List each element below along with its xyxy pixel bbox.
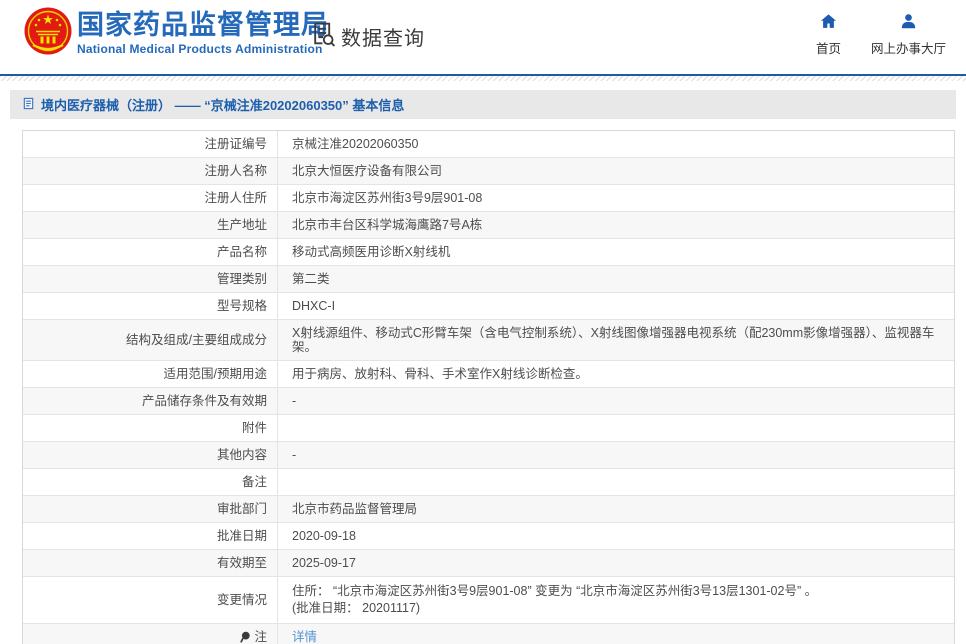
row-value: 北京大恒医疗设备有限公司 xyxy=(292,164,443,178)
row-label-text: 生产地址 xyxy=(216,218,267,232)
row-value: 用于病房、放射科、骨科、手术室作X射线诊断检查。 xyxy=(292,367,588,381)
info-table: 注册证编号 京械注准20202060350 注册人名称 北京大恒医疗设备有限公司 注册人… xyxy=(22,130,955,644)
row-value-line: 住所： “北京市海淀区苏州街3号9层901-08” 变更为 “北京市海淀区苏州街… xyxy=(292,584,818,598)
org-name-en: National Medical Products Administration xyxy=(77,42,323,56)
row-label: 变更情况 xyxy=(23,577,278,623)
national-emblem-logo xyxy=(24,7,72,55)
main-content: 境内医疗器械（注册） —— “京械注准20202060350” 基本信息 注册证… xyxy=(0,90,966,644)
table-row: 备注 xyxy=(23,469,954,496)
row-label: 型号规格 xyxy=(23,293,278,319)
row-value xyxy=(278,469,954,495)
row-label: 注册人名称 xyxy=(23,158,278,184)
row-value: 北京市药品监督管理局 xyxy=(292,502,418,516)
row-label: 管理类别 xyxy=(23,266,278,292)
row-value: 北京市海淀区苏州街3号9层901-08 xyxy=(292,191,483,205)
nav-service-hall-label: 网上办事大厅 xyxy=(870,42,946,56)
page-title: 境内医疗器械（注册） —— “京械注准20202060350” 基本信息 xyxy=(41,98,405,113)
row-value: 北京市丰台区科学城海鹰路7号A栋 xyxy=(292,218,483,232)
row-label-text: 适用范围/预期用途 xyxy=(163,367,267,381)
data-query-icon xyxy=(310,20,337,53)
row-label: 审批部门 xyxy=(23,496,278,522)
table-row: 生产地址 北京市丰台区科学城海鹰路7号A栋 xyxy=(23,212,954,239)
row-label-text: 注 xyxy=(254,630,267,644)
row-value: 2025-09-17 xyxy=(292,556,356,570)
row-value: - xyxy=(292,394,297,408)
org-name-zh: 国家药品监督管理局 xyxy=(77,10,329,40)
row-label: 其他内容 xyxy=(23,442,278,468)
row-label-text: 其他内容 xyxy=(216,448,267,462)
row-value: 详情 xyxy=(278,624,954,644)
table-row: 注册证编号 京械注准20202060350 xyxy=(23,131,954,158)
row-label: 生产地址 xyxy=(23,212,278,238)
row-value: 移动式高频医用诊断X射线机 xyxy=(292,245,451,259)
table-row: 审批部门 北京市药品监督管理局 xyxy=(23,496,954,523)
row-label-text: 变更情况 xyxy=(216,593,267,607)
site-header: 国家药品监督管理局 National Medical Products Admi… xyxy=(0,0,966,74)
table-row: 注册人名称 北京大恒医疗设备有限公司 xyxy=(23,158,954,185)
top-nav: 首页 网上办事大厅 xyxy=(816,12,946,57)
row-value: DHXC-I xyxy=(292,299,336,313)
data-query-label: 数据查询 xyxy=(341,28,425,50)
table-row: 结构及组成/主要组成成分 X射线源组件、移动式C形臂车架（含电气控制系统）、X射线… xyxy=(23,320,954,361)
row-label: 注册证编号 xyxy=(23,131,278,157)
header-divider-hatch xyxy=(0,76,966,81)
row-label: 批准日期 xyxy=(23,523,278,549)
row-label-text: 备注 xyxy=(241,475,267,489)
table-row: 附件 xyxy=(23,415,954,442)
nav-service-hall[interactable]: 网上办事大厅 xyxy=(871,12,946,57)
row-value: 住所： “北京市海淀区苏州街3号9层901-08” 变更为 “北京市海淀区苏州街… xyxy=(278,577,954,623)
row-label: 产品储存条件及有效期 xyxy=(23,388,278,414)
row-label-text: 审批部门 xyxy=(216,502,267,516)
row-value: X射线源组件、移动式C形臂车架（含电气控制系统）、X射线图像增强器电视系统（配2… xyxy=(292,326,935,354)
row-label: 备注 xyxy=(23,469,278,495)
table-row: 有效期至 2025-09-17 xyxy=(23,550,954,577)
row-label: 适用范围/预期用途 xyxy=(23,361,278,387)
table-row: 注 详情 xyxy=(23,624,954,644)
row-label-text: 注册证编号 xyxy=(204,137,267,151)
row-value: 京械注准20202060350 xyxy=(292,137,419,151)
table-row: 适用范围/预期用途 用于病房、放射科、骨科、手术室作X射线诊断检查。 xyxy=(23,361,954,388)
home-icon xyxy=(819,12,838,34)
table-row: 产品名称 移动式高频医用诊断X射线机 xyxy=(23,239,954,266)
row-value: 第二类 xyxy=(292,272,330,286)
table-row: 型号规格 DHXC-I xyxy=(23,293,954,320)
row-label: 产品名称 xyxy=(23,239,278,265)
table-row: 其他内容 - xyxy=(23,442,954,469)
row-label-text: 注册人名称 xyxy=(204,164,267,178)
row-label-text: 附件 xyxy=(241,421,267,435)
nav-home[interactable]: 首页 xyxy=(816,12,841,57)
row-label-text: 有效期至 xyxy=(216,556,267,570)
row-label-text: 产品名称 xyxy=(216,245,267,259)
row-label: 注 xyxy=(23,624,278,644)
table-row: 产品储存条件及有效期 - xyxy=(23,388,954,415)
row-value: - xyxy=(292,448,297,462)
row-value-line: (批准日期： 20201117) xyxy=(292,601,421,615)
breadcrumb: 境内医疗器械（注册） —— “京械注准20202060350” 基本信息 xyxy=(10,90,956,119)
row-label: 有效期至 xyxy=(23,550,278,576)
row-value xyxy=(278,415,954,441)
details-link[interactable]: 详情 xyxy=(292,630,942,644)
table-row: 注册人住所 北京市海淀区苏州街3号9层901-08 xyxy=(23,185,954,212)
row-label-text: 注册人住所 xyxy=(204,191,267,205)
table-row: 变更情况 住所： “北京市海淀区苏州街3号9层901-08” 变更为 “北京市海淀… xyxy=(23,577,954,624)
table-row: 管理类别 第二类 xyxy=(23,266,954,293)
row-label: 附件 xyxy=(23,415,278,441)
brand-text: 国家药品监督管理局 National Medical Products Admi… xyxy=(77,10,329,56)
row-label-text: 型号规格 xyxy=(216,299,267,313)
table-row: 批准日期 2020-09-18 xyxy=(23,523,954,550)
nav-home-label: 首页 xyxy=(815,42,841,56)
bulb-icon xyxy=(239,631,251,643)
row-label-text: 管理类别 xyxy=(216,272,267,286)
row-label-text: 批准日期 xyxy=(216,529,267,543)
row-label: 注册人住所 xyxy=(23,185,278,211)
row-label-text: 产品储存条件及有效期 xyxy=(141,394,267,408)
user-icon xyxy=(899,12,918,34)
document-icon xyxy=(22,97,35,113)
row-label-text: 结构及组成/主要组成成分 xyxy=(126,333,267,347)
data-query-section[interactable]: 数据查询 xyxy=(310,20,425,53)
row-value: 2020-09-18 xyxy=(292,529,356,543)
row-label: 结构及组成/主要组成成分 xyxy=(23,320,278,360)
